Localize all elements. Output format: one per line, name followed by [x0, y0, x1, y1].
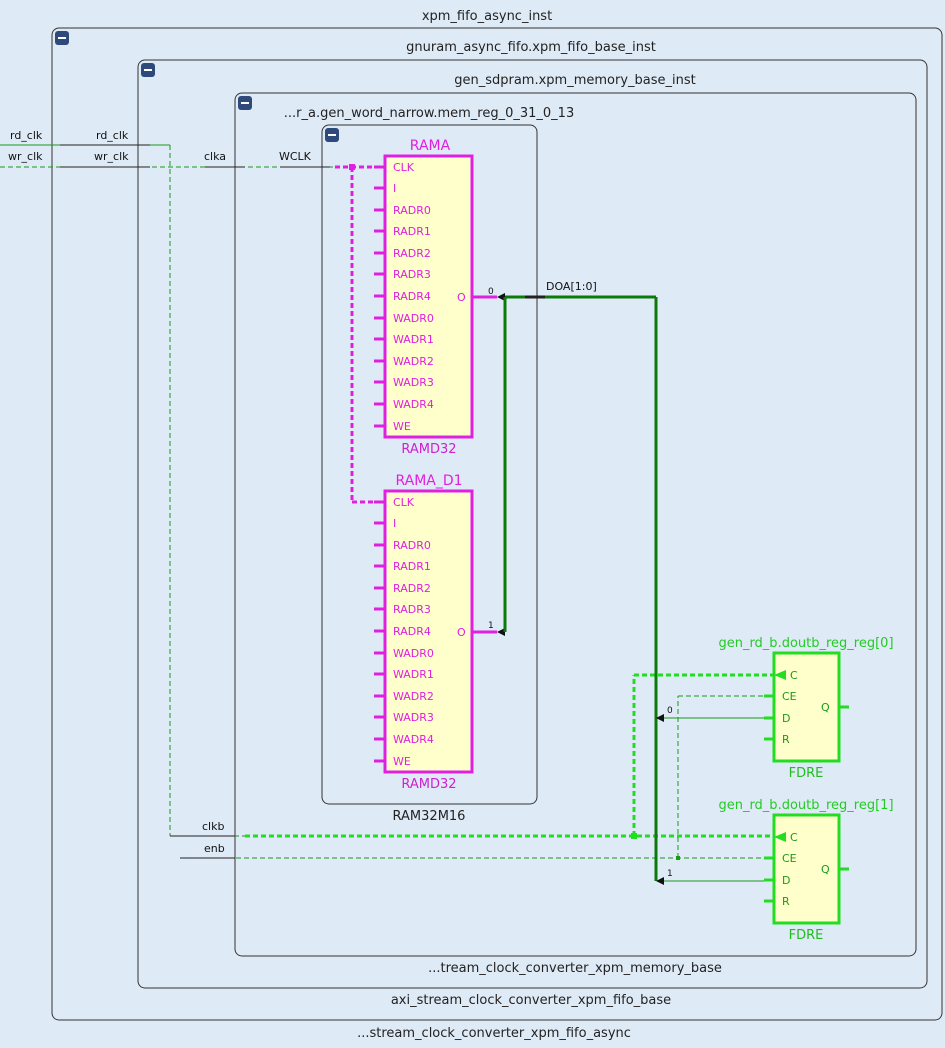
- pin-label: WADR2: [393, 690, 434, 703]
- bus-bit-label: 1: [488, 621, 494, 631]
- port-wclk[interactable]: WCLK: [279, 150, 312, 163]
- hier-type: ...tream_clock_converter_xpm_memory_base: [428, 961, 722, 976]
- pin-label: RADR3: [393, 268, 431, 281]
- ram-cell-rama[interactable]: RAMA RAMD32 O CLK I RADR0 RADR1 RADR2 RA…: [374, 138, 474, 457]
- pin-label: WADR1: [393, 333, 434, 346]
- bus-bit-label: 0: [488, 287, 494, 297]
- cell-type: FDRE: [789, 766, 824, 781]
- pin-label: WADR4: [393, 398, 434, 411]
- hier-name: gnuram_async_fifo.xpm_fifo_base_inst: [406, 40, 656, 55]
- net-doa-bus[interactable]: DOA[1:0] 0 1 0 1: [472, 280, 773, 885]
- pin-out: O: [457, 626, 466, 639]
- port-rd-clk-inner[interactable]: rd_clk: [96, 129, 129, 142]
- port-clkb[interactable]: clkb: [202, 820, 224, 833]
- bus-bit-label: 0: [667, 706, 673, 716]
- hier-name: gen_sdpram.xpm_memory_base_inst: [454, 73, 696, 88]
- pin-out: Q: [821, 863, 830, 876]
- pin-label: C: [790, 831, 798, 844]
- port-wr-clk-inner[interactable]: wr_clk: [94, 150, 129, 163]
- cell-name: gen_rd_b.doutb_reg_reg[0]: [718, 636, 893, 651]
- pin-out: Q: [821, 701, 830, 714]
- hier-name: xpm_fifo_async_inst: [422, 9, 552, 24]
- pin-label: I: [393, 182, 396, 195]
- net-wr-clk[interactable]: [0, 164, 384, 504]
- pin-label: RADR1: [393, 225, 431, 238]
- schematic-canvas[interactable]: xpm_fifo_async_inst ...stream_clock_conv…: [0, 0, 945, 1048]
- cell-type: RAMD32: [401, 442, 456, 457]
- pin-label: CE: [782, 852, 797, 865]
- pin-label: RADR4: [393, 290, 431, 303]
- net-rd-clk[interactable]: [0, 144, 245, 837]
- hier-type: axi_stream_clock_converter_xpm_fifo_base: [391, 993, 671, 1008]
- pin-out: O: [457, 291, 466, 304]
- port-wr-clk-outer[interactable]: wr_clk: [8, 150, 43, 163]
- port-labels: rd_clk rd_clk wr_clk wr_clk clka WCLK cl…: [8, 129, 312, 855]
- pin-label: D: [782, 712, 790, 725]
- pin-label: RADR2: [393, 247, 431, 260]
- pin-label: D: [782, 874, 790, 887]
- hier-type: ...stream_clock_converter_xpm_fifo_async: [357, 1026, 631, 1041]
- pin-label: I: [393, 517, 396, 530]
- port-enb[interactable]: enb: [204, 842, 225, 855]
- cell-type: RAMD32: [401, 777, 456, 792]
- hier-type: RAM32M16: [393, 809, 466, 824]
- pin-label: CLK: [393, 161, 415, 174]
- pin-label: R: [782, 895, 790, 908]
- net-enb[interactable]: [180, 695, 773, 860]
- pin-label: WADR2: [393, 355, 434, 368]
- pin-label: WADR3: [393, 376, 434, 389]
- pin-label: CLK: [393, 496, 415, 509]
- pin-label: WADR1: [393, 668, 434, 681]
- pin-label: WE: [393, 755, 411, 768]
- collapse-button[interactable]: [238, 96, 252, 110]
- pin-label: WADR3: [393, 711, 434, 724]
- pin-label: RADR1: [393, 560, 431, 573]
- pin-label: WADR0: [393, 647, 434, 660]
- bus-label: DOA[1:0]: [546, 280, 597, 293]
- pin-label: WADR4: [393, 733, 434, 746]
- pin-label: RADR0: [393, 204, 431, 217]
- pin-label: R: [782, 733, 790, 746]
- collapse-button[interactable]: [325, 128, 339, 142]
- pin-label: WE: [393, 420, 411, 433]
- pin-label: RADR3: [393, 603, 431, 616]
- net-clkb[interactable]: [245, 673, 773, 839]
- cell-name: RAMA_D1: [395, 473, 462, 489]
- pin-label: WADR0: [393, 312, 434, 325]
- port-clka[interactable]: clka: [204, 150, 226, 163]
- collapse-button[interactable]: [141, 63, 155, 77]
- bus-bit-label: 1: [667, 869, 673, 879]
- cell-name: RAMA: [410, 138, 451, 154]
- pin-label: C: [790, 669, 798, 682]
- cell-type: FDRE: [789, 928, 824, 943]
- ff-cell-doutb-1[interactable]: gen_rd_b.doutb_reg_reg[1] FDRE Q C CE D …: [718, 798, 893, 943]
- pin-label: CE: [782, 690, 797, 703]
- ff-cell-doutb-0[interactable]: gen_rd_b.doutb_reg_reg[0] FDRE Q C CE D …: [718, 636, 893, 781]
- pin-label: RADR0: [393, 539, 431, 552]
- pin-label: RADR4: [393, 625, 431, 638]
- port-rd-clk-outer[interactable]: rd_clk: [10, 129, 43, 142]
- hier-name: ...r_a.gen_word_narrow.mem_reg_0_31_0_13: [284, 106, 574, 121]
- cell-name: gen_rd_b.doutb_reg_reg[1]: [718, 798, 893, 813]
- ram-cell-rama-d1[interactable]: RAMA_D1 RAMD32 O CLK I RADR0 RADR1 RADR2…: [374, 473, 474, 792]
- collapse-button[interactable]: [55, 31, 69, 45]
- pin-label: RADR2: [393, 582, 431, 595]
